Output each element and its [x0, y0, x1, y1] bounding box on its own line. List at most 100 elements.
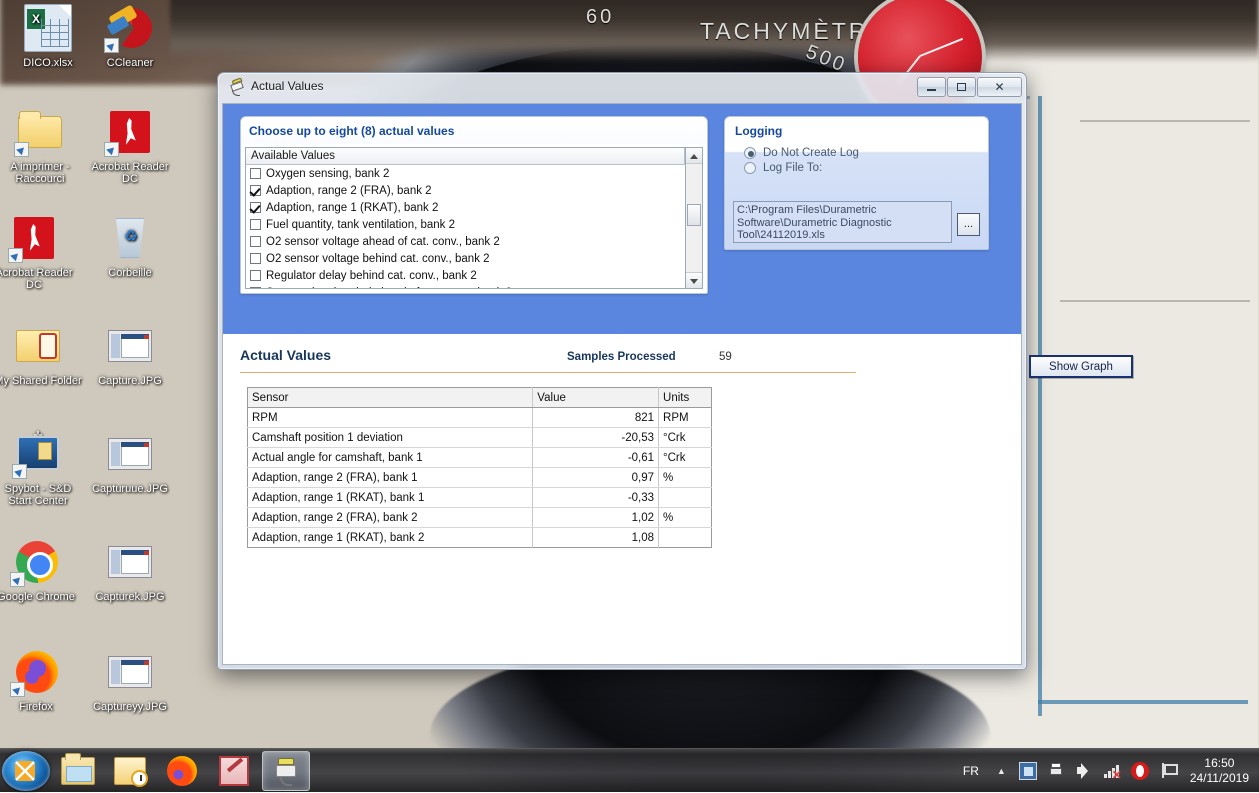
table-row[interactable]: Actual angle for camshaft, bank 1 -0,61 … — [248, 448, 712, 468]
taskbar-button-image-editor[interactable] — [210, 751, 258, 791]
show-graph-button[interactable]: Show Graph — [1029, 355, 1133, 378]
scrollbar-thumb[interactable] — [687, 204, 701, 226]
table-row[interactable]: Adaption, range 2 (FRA), bank 2 1,02 % — [248, 508, 712, 528]
log-file-path-field[interactable]: C:\Program Files\Durametric Software\Dur… — [733, 201, 952, 243]
checkbox[interactable] — [250, 270, 261, 281]
column-header-units[interactable]: Units — [659, 388, 712, 408]
table-row[interactable]: Adaption, range 2 (FRA), bank 1 0,97 % — [248, 468, 712, 488]
desktop-icon-captureyy-jpg[interactable]: Captureyy.JPG — [82, 648, 178, 714]
clock[interactable]: 16:50 24/11/2019 — [1190, 756, 1249, 786]
table-row[interactable]: RPM 821 RPM — [248, 408, 712, 428]
jpg-image-icon — [106, 322, 154, 370]
actual-values-window[interactable]: Actual Values ✕ Choose up to eight (8) a… — [217, 72, 1027, 670]
desktop-icon-spybot[interactable]: ✛ Spybot - S&D Start Center — [0, 430, 86, 508]
signal-icon[interactable]: ✕ — [1103, 762, 1121, 780]
cell-units: % — [659, 468, 712, 488]
desktop-icon-firefox[interactable]: Firefox — [0, 648, 84, 714]
scroll-down-arrow-icon[interactable] — [686, 272, 702, 288]
desktop-icon-acrobat-reader-dc[interactable]: Acrobat Reader DC — [82, 108, 178, 186]
show-hidden-icons-chevron-up-icon[interactable]: ▲ — [997, 766, 1006, 776]
desktop-icon-corbeille[interactable]: ♻ Corbeille — [82, 214, 178, 280]
checkbox[interactable] — [250, 202, 261, 213]
table-row[interactable]: Adaption, range 1 (RKAT), bank 1 -0,33 — [248, 488, 712, 508]
folder-explorer-icon — [61, 757, 95, 785]
window-controls[interactable]: ✕ — [916, 77, 1022, 97]
close-button[interactable]: ✕ — [977, 77, 1022, 97]
clock-time: 16:50 — [1204, 756, 1234, 770]
system-tray[interactable]: FR ▲ ✕ 16:50 24/11/2019 — [959, 749, 1259, 793]
maximize-button[interactable] — [947, 77, 976, 97]
list-item[interactable]: O2 sensor voltage ahead of cat. conv., b… — [246, 233, 685, 250]
cell-sensor: Adaption, range 2 (FRA), bank 1 — [248, 468, 533, 488]
minimize-button[interactable] — [917, 77, 946, 97]
list-item[interactable]: Sensor-signal period ahead of cat. conv.… — [246, 284, 685, 289]
wallpaper-blue-line — [1038, 96, 1042, 716]
table-row[interactable]: Adaption, range 1 (RKAT), bank 2 1,08 — [248, 528, 712, 548]
windows-logo-icon — [15, 761, 35, 781]
desktop-icon-my-shared-folder[interactable]: My Shared Folder — [0, 322, 86, 388]
cell-units: °Crk — [659, 428, 712, 448]
taskbar[interactable]: FR ▲ ✕ 16:50 24/11/2019 — [0, 748, 1259, 792]
jpg-image-icon — [106, 538, 154, 586]
column-header-value[interactable]: Value — [533, 388, 659, 408]
radio-log-file-to[interactable]: Log File To: — [725, 162, 988, 174]
divider — [240, 372, 856, 373]
network-icon[interactable] — [1019, 762, 1037, 780]
desktop-icon-label: My Shared Folder — [0, 374, 86, 388]
desktop-icon-capturuue-jpg[interactable]: Capturuue.JPG — [82, 430, 178, 496]
cell-sensor: Actual angle for camshaft, bank 1 — [248, 448, 533, 468]
list-item[interactable]: Adaption, range 1 (RKAT), bank 2 — [246, 199, 685, 216]
list-item-label: O2 sensor voltage behind cat. conv., ban… — [266, 253, 490, 265]
taskbar-button-outlook[interactable] — [106, 751, 154, 791]
checkbox[interactable] — [250, 219, 261, 230]
browse-button[interactable]: ... — [957, 213, 980, 236]
list-item[interactable]: Fuel quantity, tank ventilation, bank 2 — [246, 216, 685, 233]
scroll-up-arrow-icon[interactable] — [686, 148, 702, 164]
desktop-icon-google-chrome[interactable]: Google Chrome — [0, 538, 84, 604]
results-title: Actual Values — [240, 347, 331, 363]
opera-icon[interactable] — [1131, 762, 1149, 780]
table-row[interactable]: Camshaft position 1 deviation -20,53 °Cr… — [248, 428, 712, 448]
column-header-sensor[interactable]: Sensor — [248, 388, 533, 408]
checkbox[interactable] — [250, 287, 261, 289]
checkbox[interactable] — [250, 236, 261, 247]
list-item[interactable]: Adaption, range 2 (FRA), bank 2 — [246, 182, 685, 199]
checkbox[interactable] — [250, 168, 261, 179]
desktop-icon-acrobat-reader-dc-2[interactable]: Acrobat Reader DC — [0, 214, 82, 292]
checkbox[interactable] — [250, 253, 261, 264]
available-values-column-header[interactable]: Available Values — [246, 148, 685, 165]
taskbar-button-durametric[interactable] — [262, 751, 310, 791]
clock-date: 24/11/2019 — [1190, 771, 1249, 785]
radio-button[interactable] — [744, 162, 756, 174]
cell-value: 0,97 — [533, 468, 659, 488]
flag-icon[interactable] — [1159, 762, 1177, 780]
start-button[interactable] — [2, 751, 50, 791]
volume-icon[interactable] — [1075, 762, 1093, 780]
firefox-icon — [167, 756, 197, 786]
desktop-icon-ccleaner[interactable]: CCleaner — [82, 4, 178, 70]
available-values-listbox[interactable]: Available Values Oxygen sensing, bank 2 … — [245, 147, 686, 289]
language-indicator[interactable]: FR — [963, 764, 979, 778]
cell-sensor: Adaption, range 1 (RKAT), bank 1 — [248, 488, 533, 508]
radio-do-not-create-log[interactable]: Do Not Create Log — [725, 147, 988, 159]
list-item-label: Adaption, range 2 (FRA), bank 2 — [266, 185, 432, 197]
desktop-icon-label: Capturek.JPG — [82, 590, 178, 604]
desktop-icon-a-imprimer[interactable]: A imprimer - Raccourci — [0, 108, 88, 186]
listbox-scrollbar[interactable] — [686, 147, 703, 289]
jpg-image-icon — [106, 430, 154, 478]
samples-processed-label: Samples Processed — [567, 351, 676, 363]
desktop-icon-capturek-jpg[interactable]: Capturek.JPG — [82, 538, 178, 604]
plug-connector-icon — [271, 756, 301, 786]
plug-icon[interactable] — [1047, 762, 1065, 780]
list-item[interactable]: O2 sensor voltage behind cat. conv., ban… — [246, 250, 685, 267]
list-item[interactable]: Regulator delay behind cat. conv., bank … — [246, 267, 685, 284]
taskbar-button-explorer[interactable] — [54, 751, 102, 791]
checkbox[interactable] — [250, 185, 261, 196]
radio-button[interactable] — [744, 147, 756, 159]
actual-values-table[interactable]: Sensor Value Units RPM 821 RPM Camshaft … — [247, 387, 712, 548]
cell-units — [659, 488, 712, 508]
taskbar-button-firefox[interactable] — [158, 751, 206, 791]
list-item[interactable]: Oxygen sensing, bank 2 — [246, 165, 685, 182]
desktop-icon-capture-jpg[interactable]: Capture.JPG — [82, 322, 178, 388]
window-title-bar[interactable]: Actual Values ✕ — [218, 73, 1026, 103]
